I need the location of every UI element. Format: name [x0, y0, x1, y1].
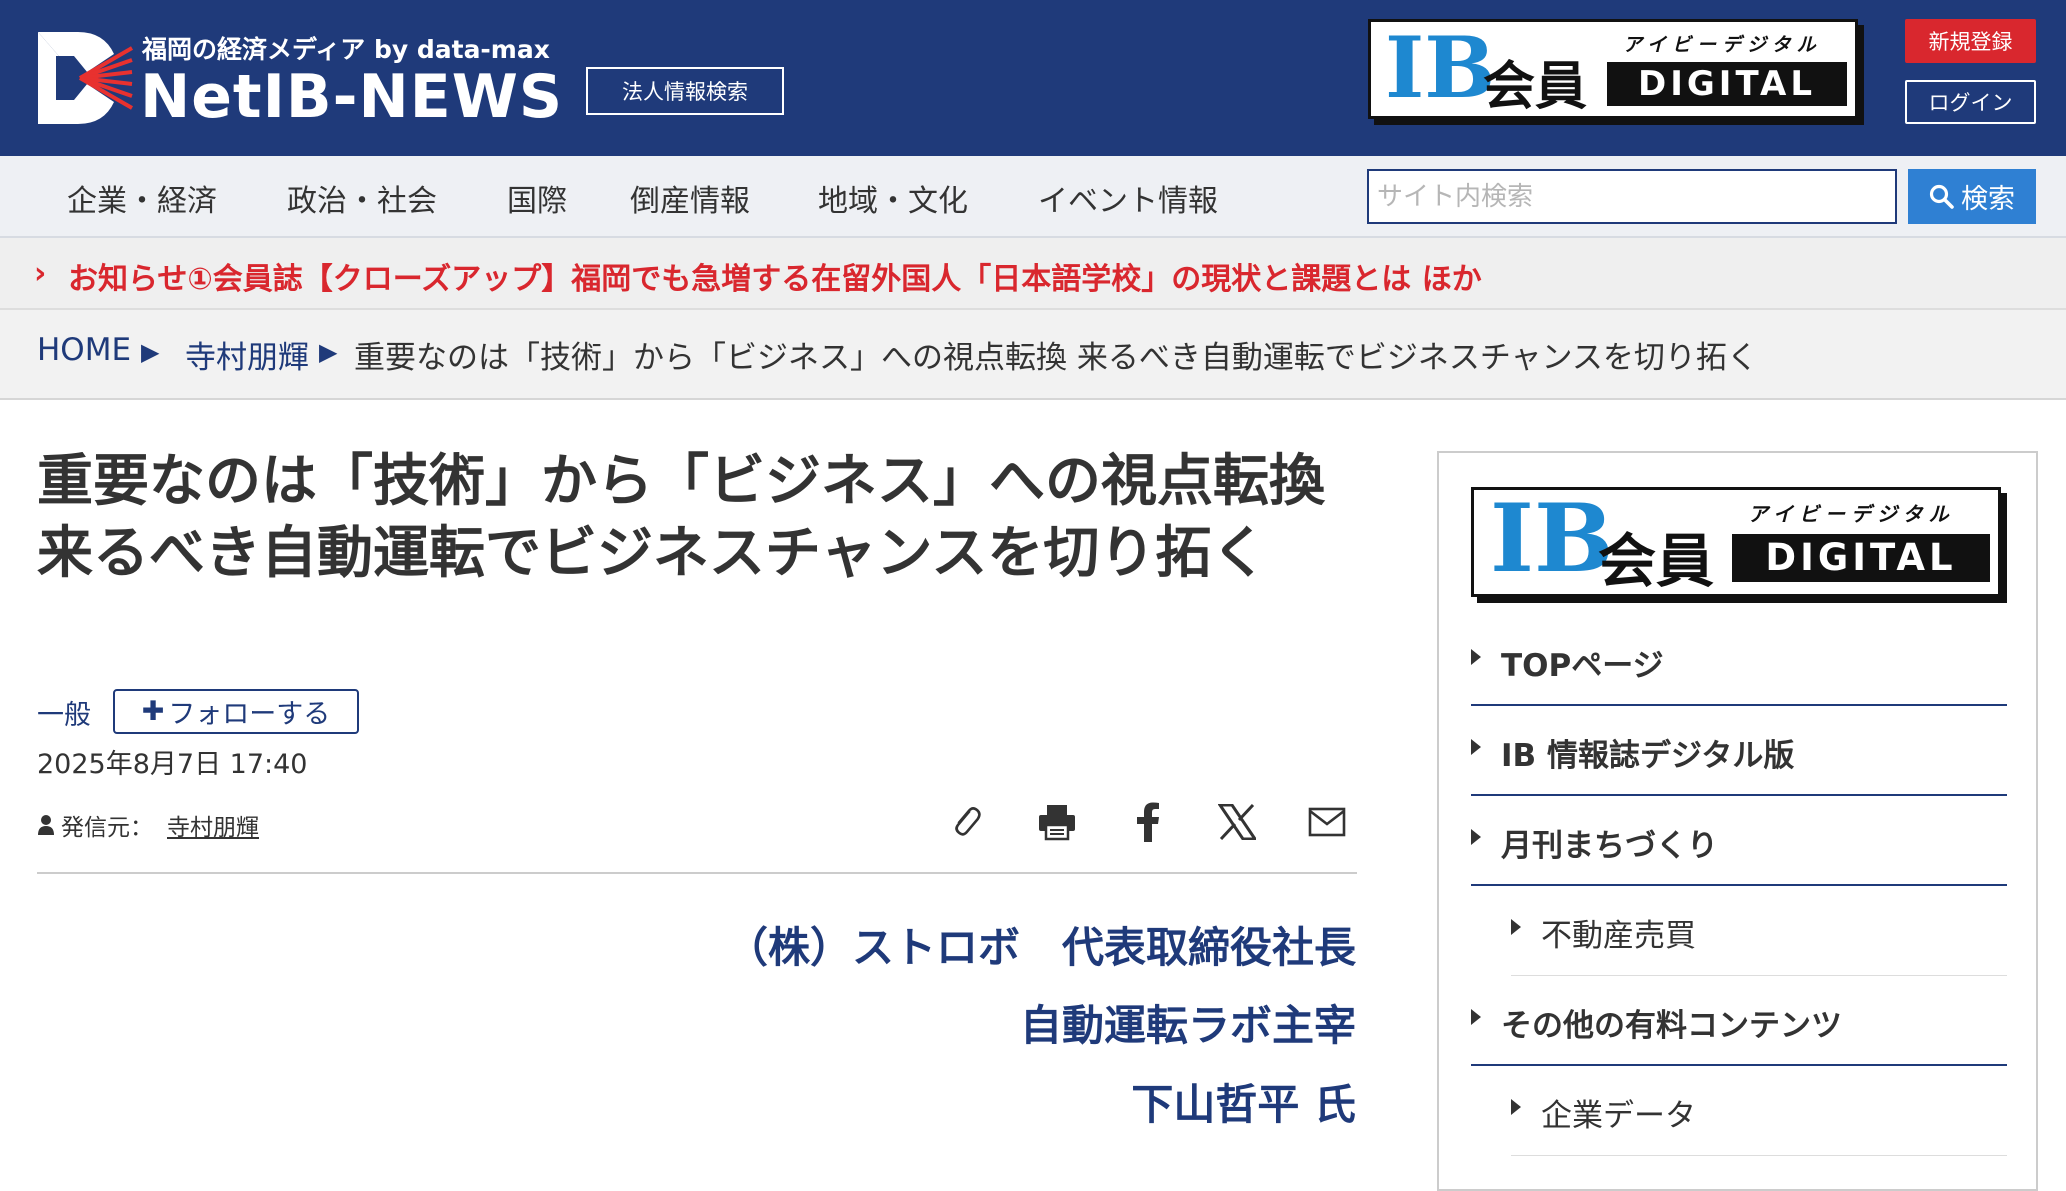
ib-banner-digital: DIGITAL	[1607, 62, 1847, 106]
facebook-icon	[1137, 802, 1159, 842]
sidebar-item-top[interactable]: TOPページ	[1471, 616, 2007, 706]
chevron-right-icon: ›	[34, 256, 47, 291]
triangle-right-icon	[1471, 649, 1481, 665]
sidebar-item-paid-content[interactable]: その他の有料コンテンツ	[1471, 976, 2007, 1066]
interviewee-role: 自動運転ラボ主宰	[1019, 1001, 1356, 1050]
x-icon	[1218, 804, 1256, 840]
ib-banner-ib: IB	[1385, 18, 1496, 117]
article-sender: 発信元： 寺村朋輝	[37, 808, 259, 842]
facebook-share-button[interactable]	[1126, 800, 1170, 844]
nav-item-politics[interactable]: 政治・社会	[287, 176, 437, 220]
ib-digital-banner[interactable]: IB 会員 アイビーデジタル DIGITAL	[1368, 18, 1858, 119]
print-icon	[1039, 805, 1075, 841]
breadcrumb-current: 重要なのは「技術」から「ビジネス」への視点転換 来るべき自動運転でビジネスチャン…	[354, 340, 1758, 376]
sidebar-item-ib-digital[interactable]: IB 情報誌デジタル版	[1471, 706, 2007, 796]
sender-link[interactable]: 寺村朋輝	[167, 808, 259, 842]
triangle-right-icon	[1471, 739, 1481, 755]
chevron-right-icon: ▶	[319, 338, 338, 366]
sidebar-item-label: その他の有料コンテンツ	[1501, 1008, 1842, 1044]
main-nav: 企業・経済 政治・社会 国際 倒産情報 地域・文化 イベント情報 検索	[0, 156, 2066, 238]
search-icon	[1929, 184, 1954, 209]
logo-tagline: 福岡の経済メディア by data-max	[142, 35, 550, 64]
article-title: 重要なのは「技術」から「ビジネス」への視点転換 来るべき自動運転でビジネスチャン…	[37, 449, 1325, 586]
nav-item-business[interactable]: 企業・経済	[67, 176, 217, 220]
sender-label: 発信元：	[61, 815, 153, 841]
sidebar: IB 会員 アイビーデジタル DIGITAL TOPページ IB 情報誌デジタル…	[1437, 451, 2038, 1191]
x-share-button[interactable]	[1215, 800, 1259, 844]
notice-bar: › お知らせ①会員誌【クローズアップ】福岡でも急増する在留外国人「日本語学校」の…	[0, 238, 2066, 310]
register-button[interactable]: 新規登録	[1905, 19, 2036, 63]
nav-item-events[interactable]: イベント情報	[1038, 176, 1218, 220]
breadcrumb: HOME ▶ 寺村朋輝 ▶ 重要なのは「技術」から「ビジネス」への視点転換 来る…	[0, 310, 2066, 400]
ib-banner-kana: アイビーデジタル	[1748, 502, 1955, 526]
site-header: 福岡の経済メディア by data-max NetIB-NEWS 法人情報検索 …	[0, 0, 2066, 156]
ib-banner-digital: DIGITAL	[1732, 534, 1990, 582]
logo-site-name: NetIB-NEWS	[140, 62, 564, 132]
ib-banner-kaiin: 会員	[1483, 57, 1588, 117]
sidebar-subitem-company-data[interactable]: 企業データ	[1511, 1066, 2007, 1156]
interviewee-name: 下山哲平 氏	[1131, 1080, 1356, 1129]
print-button[interactable]	[1035, 800, 1079, 844]
triangle-right-icon	[1471, 829, 1481, 845]
interviewee-company: （株）ストロボ 代表取締役社長	[725, 923, 1356, 972]
article-date: 2025年8月7日 17:40	[37, 749, 308, 780]
site-search-input[interactable]	[1367, 169, 1897, 224]
triangle-right-icon	[1511, 919, 1521, 935]
sidebar-item-machizukuri[interactable]: 月刊まちづくり	[1471, 796, 2007, 886]
nav-item-international[interactable]: 国際	[507, 176, 567, 220]
corp-info-search-button[interactable]: 法人情報検索	[586, 67, 784, 115]
sidebar-ib-digital-banner[interactable]: IB 会員 アイビーデジタル DIGITAL	[1471, 484, 2001, 597]
ib-banner-kana: アイビーデジタル	[1623, 34, 1822, 56]
breadcrumb-home[interactable]: HOME	[37, 332, 131, 368]
triangle-right-icon	[1471, 1009, 1481, 1025]
netib-logo-icon	[38, 32, 133, 124]
sidebar-item-label: IB 情報誌デジタル版	[1501, 738, 1795, 774]
user-icon	[38, 815, 54, 835]
share-link-button[interactable]	[944, 800, 988, 844]
sidebar-item-label: TOPページ	[1501, 648, 1664, 684]
sidebar-item-label: 企業データ	[1541, 1098, 1696, 1134]
sidebar-subitem-real-estate[interactable]: 不動産売買	[1511, 886, 2007, 976]
notice-link[interactable]: お知らせ①会員誌【クローズアップ】福岡でも急増する在留外国人「日本語学校」の現状…	[68, 254, 1482, 298]
paperclip-icon	[955, 807, 981, 836]
article-category[interactable]: 一般	[37, 693, 91, 732]
nav-item-regional-culture[interactable]: 地域・文化	[818, 176, 968, 220]
nav-item-bankruptcy[interactable]: 倒産情報	[630, 176, 750, 220]
login-button[interactable]: ログイン	[1905, 80, 2036, 124]
sidebar-item-label: 月刊まちづくり	[1501, 828, 1718, 864]
ib-banner-ib: IB	[1490, 484, 1614, 594]
follow-button[interactable]: ✚ フォローする	[113, 689, 359, 734]
email-share-button[interactable]	[1305, 800, 1349, 844]
mail-icon	[1308, 807, 1346, 837]
follow-button-label: フォローする	[168, 699, 331, 730]
search-button-label: 検索	[1961, 184, 2015, 215]
article-divider	[37, 872, 1357, 874]
chevron-right-icon: ▶	[141, 338, 160, 366]
breadcrumb-author[interactable]: 寺村朋輝	[185, 332, 309, 377]
ib-banner-kaiin: 会員	[1598, 527, 1715, 595]
search-button[interactable]: 検索	[1908, 169, 2036, 224]
plus-icon: ✚	[141, 696, 165, 727]
sidebar-item-label: 不動産売買	[1541, 918, 1696, 954]
triangle-right-icon	[1511, 1099, 1521, 1115]
site-logo[interactable]: 福岡の経済メディア by data-max NetIB-NEWS	[34, 28, 562, 132]
